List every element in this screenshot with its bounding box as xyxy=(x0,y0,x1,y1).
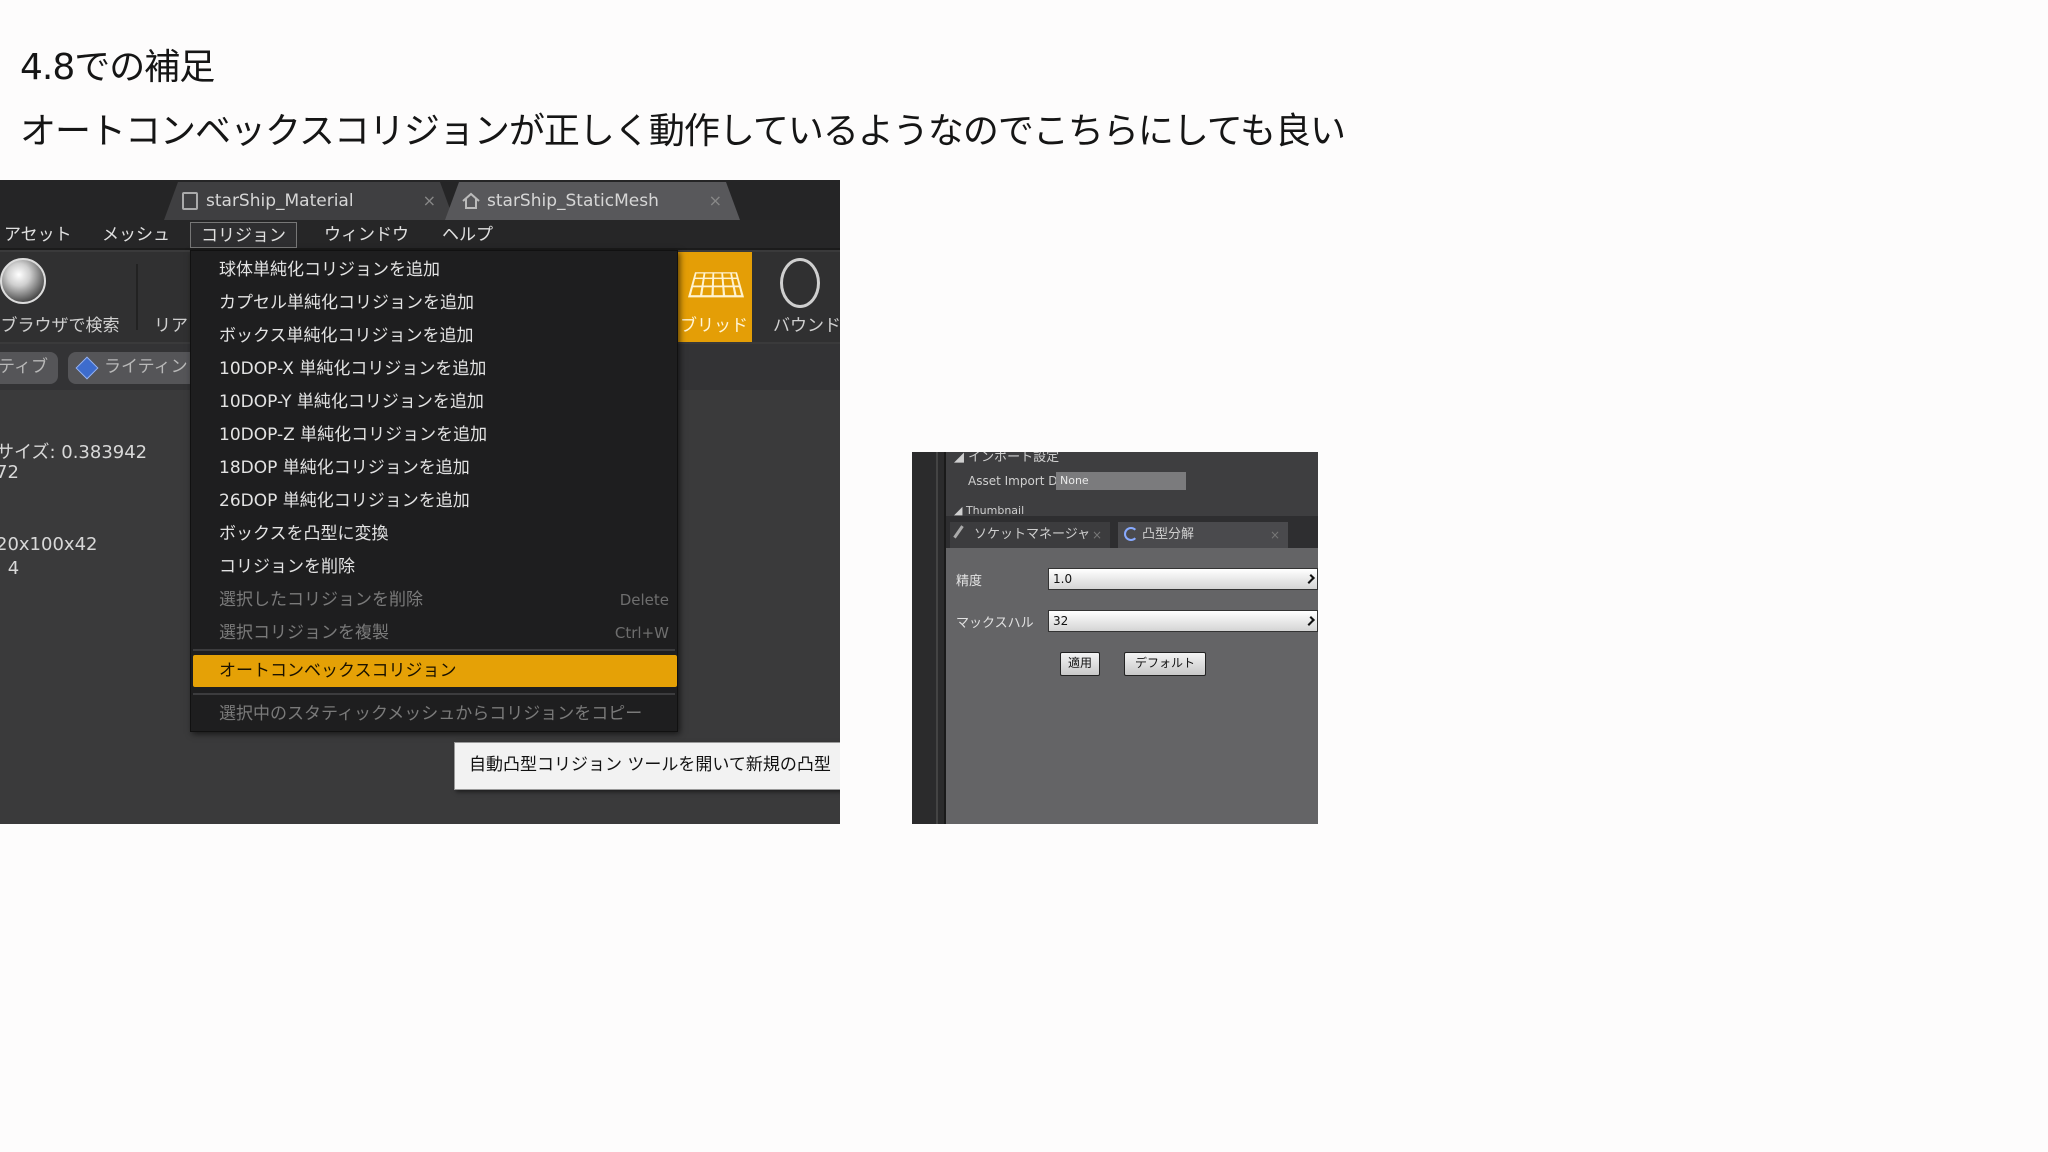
spinner-icon[interactable] xyxy=(1305,616,1315,626)
viewport-info-line: : 4 xyxy=(0,558,20,579)
editor-screenshot: starShip_Material × starShip_StaticMesh … xyxy=(0,180,840,824)
editor-tab-bar: starShip_Material × starShip_StaticMesh … xyxy=(0,180,840,220)
accuracy-label: 精度 xyxy=(956,574,983,589)
max-hulls-label: マックスハル xyxy=(956,616,1034,631)
menu-window[interactable]: ウィンドウ xyxy=(314,222,419,248)
viewport-info-line: サイズ: 0.383942 xyxy=(0,442,148,463)
menu-item-add-capsule[interactable]: カプセル単純化コリジョンを追加 xyxy=(219,288,474,318)
menu-help[interactable]: ヘルプ xyxy=(432,222,503,248)
browse-label: ブラウザで検索 xyxy=(0,316,120,336)
menu-item-convert-boxes[interactable]: ボックスを凸型に変換 xyxy=(219,519,389,549)
asset-import-field[interactable]: None xyxy=(1056,472,1186,490)
bounds-label: バウンド xyxy=(773,316,840,336)
static-mesh-icon xyxy=(461,191,481,211)
max-hulls-input[interactable]: 32 xyxy=(1048,610,1318,632)
tooltip: 自動凸型コリジョン ツールを開いて新規の凸型 xyxy=(454,742,840,790)
menu-bar: アセット メッシュ コリジョン ウィンドウ ヘルプ xyxy=(0,220,840,250)
collision-dropdown-menu: 球体単純化コリジョンを追加 カプセル単純化コリジョンを追加 ボックス単純化コリジ… xyxy=(190,250,678,732)
tab-starship-staticmesh[interactable]: starShip_StaticMesh × xyxy=(445,182,740,220)
menu-item-add-box[interactable]: ボックス単純化コリジョンを追加 xyxy=(219,321,474,351)
accuracy-value: 1.0 xyxy=(1053,572,1073,586)
view-mode-pill[interactable]: ティブ xyxy=(0,352,58,384)
panel-tab-bar: ソケットマネージャ × 凸型分解 × xyxy=(946,516,1318,548)
panel-left-edge xyxy=(912,452,946,824)
page-heading-note: オートコンベックスコリジョンが正しく動作しているようなのでこちらにしても良い xyxy=(20,111,1346,152)
viewport-info-line: 72 xyxy=(0,462,19,483)
menu-item-add-10dop-z[interactable]: 10DOP-Z 単純化コリジョンを追加 xyxy=(219,420,487,450)
page-heading-title: 4.8での補足 xyxy=(20,47,215,88)
viewport-info-line: 20x100x42 xyxy=(0,534,98,555)
convex-icon xyxy=(1124,527,1138,541)
tab-label: starShip_StaticMesh xyxy=(487,191,659,211)
tab-label: ソケットマネージャ xyxy=(974,527,1091,542)
bounds-button[interactable]: バウンド xyxy=(762,252,840,342)
menu-asset[interactable]: アセット xyxy=(0,222,82,248)
rea-label: リア xyxy=(154,316,188,336)
accuracy-input[interactable]: 1.0 xyxy=(1048,568,1318,590)
default-button[interactable]: デフォルト xyxy=(1124,652,1206,676)
spinner-icon[interactable] xyxy=(1305,574,1315,584)
tab-label: 凸型分解 xyxy=(1142,527,1195,542)
close-icon[interactable]: × xyxy=(709,182,722,220)
menu-separator xyxy=(193,693,675,695)
menu-item-add-10dop-x[interactable]: 10DOP-X 単純化コリジョンを追加 xyxy=(219,354,486,384)
bounds-icon xyxy=(780,258,820,308)
grid-button[interactable]: ブリッド xyxy=(676,252,752,342)
menu-item-copy-collision[interactable]: 選択中のスタティックメッシュからコリジョンをコピー xyxy=(219,699,642,729)
grid-label: ブリッド xyxy=(680,316,748,336)
menu-mesh[interactable]: メッシュ xyxy=(92,222,180,248)
close-icon[interactable]: × xyxy=(1092,522,1102,548)
close-icon[interactable]: × xyxy=(423,182,436,220)
import-settings-section: ◢ インポート設定 Asset Import Dat None ◢ Thumbn… xyxy=(946,452,1318,518)
apply-button[interactable]: 適用 xyxy=(1060,652,1100,676)
browse-button[interactable]: ブラウザで検索 xyxy=(0,252,130,342)
menu-collision[interactable]: コリジョン xyxy=(190,222,297,248)
lighting-label: ライティン xyxy=(104,357,188,377)
asset-import-label: Asset Import Dat xyxy=(968,474,1070,488)
shortcut-duplicate: Ctrl+W xyxy=(614,624,669,642)
toolbar-divider xyxy=(136,264,138,330)
lighting-pill[interactable]: ライティン xyxy=(68,352,198,384)
close-icon[interactable]: × xyxy=(1270,522,1280,548)
menu-separator xyxy=(193,649,675,651)
menu-item-remove-collision[interactable]: コリジョンを削除 xyxy=(219,552,355,582)
import-settings-header[interactable]: ◢ インポート設定 xyxy=(954,452,1059,465)
max-hulls-value: 32 xyxy=(1053,614,1069,628)
shortcut-delete: Delete xyxy=(619,591,669,609)
menu-item-add-10dop-y[interactable]: 10DOP-Y 単純化コリジョンを追加 xyxy=(219,387,484,417)
tab-label: starShip_Material xyxy=(206,191,354,211)
menu-item-add-sphere[interactable]: 球体単純化コリジョンを追加 xyxy=(219,255,440,285)
wrench-icon xyxy=(953,525,973,545)
tab-convex-decomposition[interactable]: 凸型分解 × xyxy=(1118,522,1288,548)
menu-item-add-18dop[interactable]: 18DOP 単純化コリジョンを追加 xyxy=(219,453,470,483)
menu-item-add-26dop[interactable]: 26DOP 単純化コリジョンを追加 xyxy=(219,486,470,516)
menu-item-delete-selected[interactable]: 選択したコリジョンを削除 xyxy=(219,585,423,615)
convex-panel-screenshot: ◢ インポート設定 Asset Import Dat None ◢ Thumbn… xyxy=(912,452,1318,824)
grid-icon xyxy=(687,272,745,298)
menu-item-auto-convex-collision[interactable]: オートコンベックスコリジョン xyxy=(193,655,677,687)
cube-icon xyxy=(75,356,99,380)
sphere-icon xyxy=(0,258,46,304)
auto-convex-label: オートコンベックスコリジョン xyxy=(219,661,457,681)
tab-socket-manager[interactable]: ソケットマネージャ × xyxy=(950,522,1110,548)
menu-item-duplicate-selected[interactable]: 選択コリジョンを複製 xyxy=(219,618,389,648)
tab-starship-material[interactable]: starShip_Material × xyxy=(164,182,454,220)
document-icon xyxy=(182,192,198,210)
rea-button[interactable]: リア xyxy=(146,252,196,342)
